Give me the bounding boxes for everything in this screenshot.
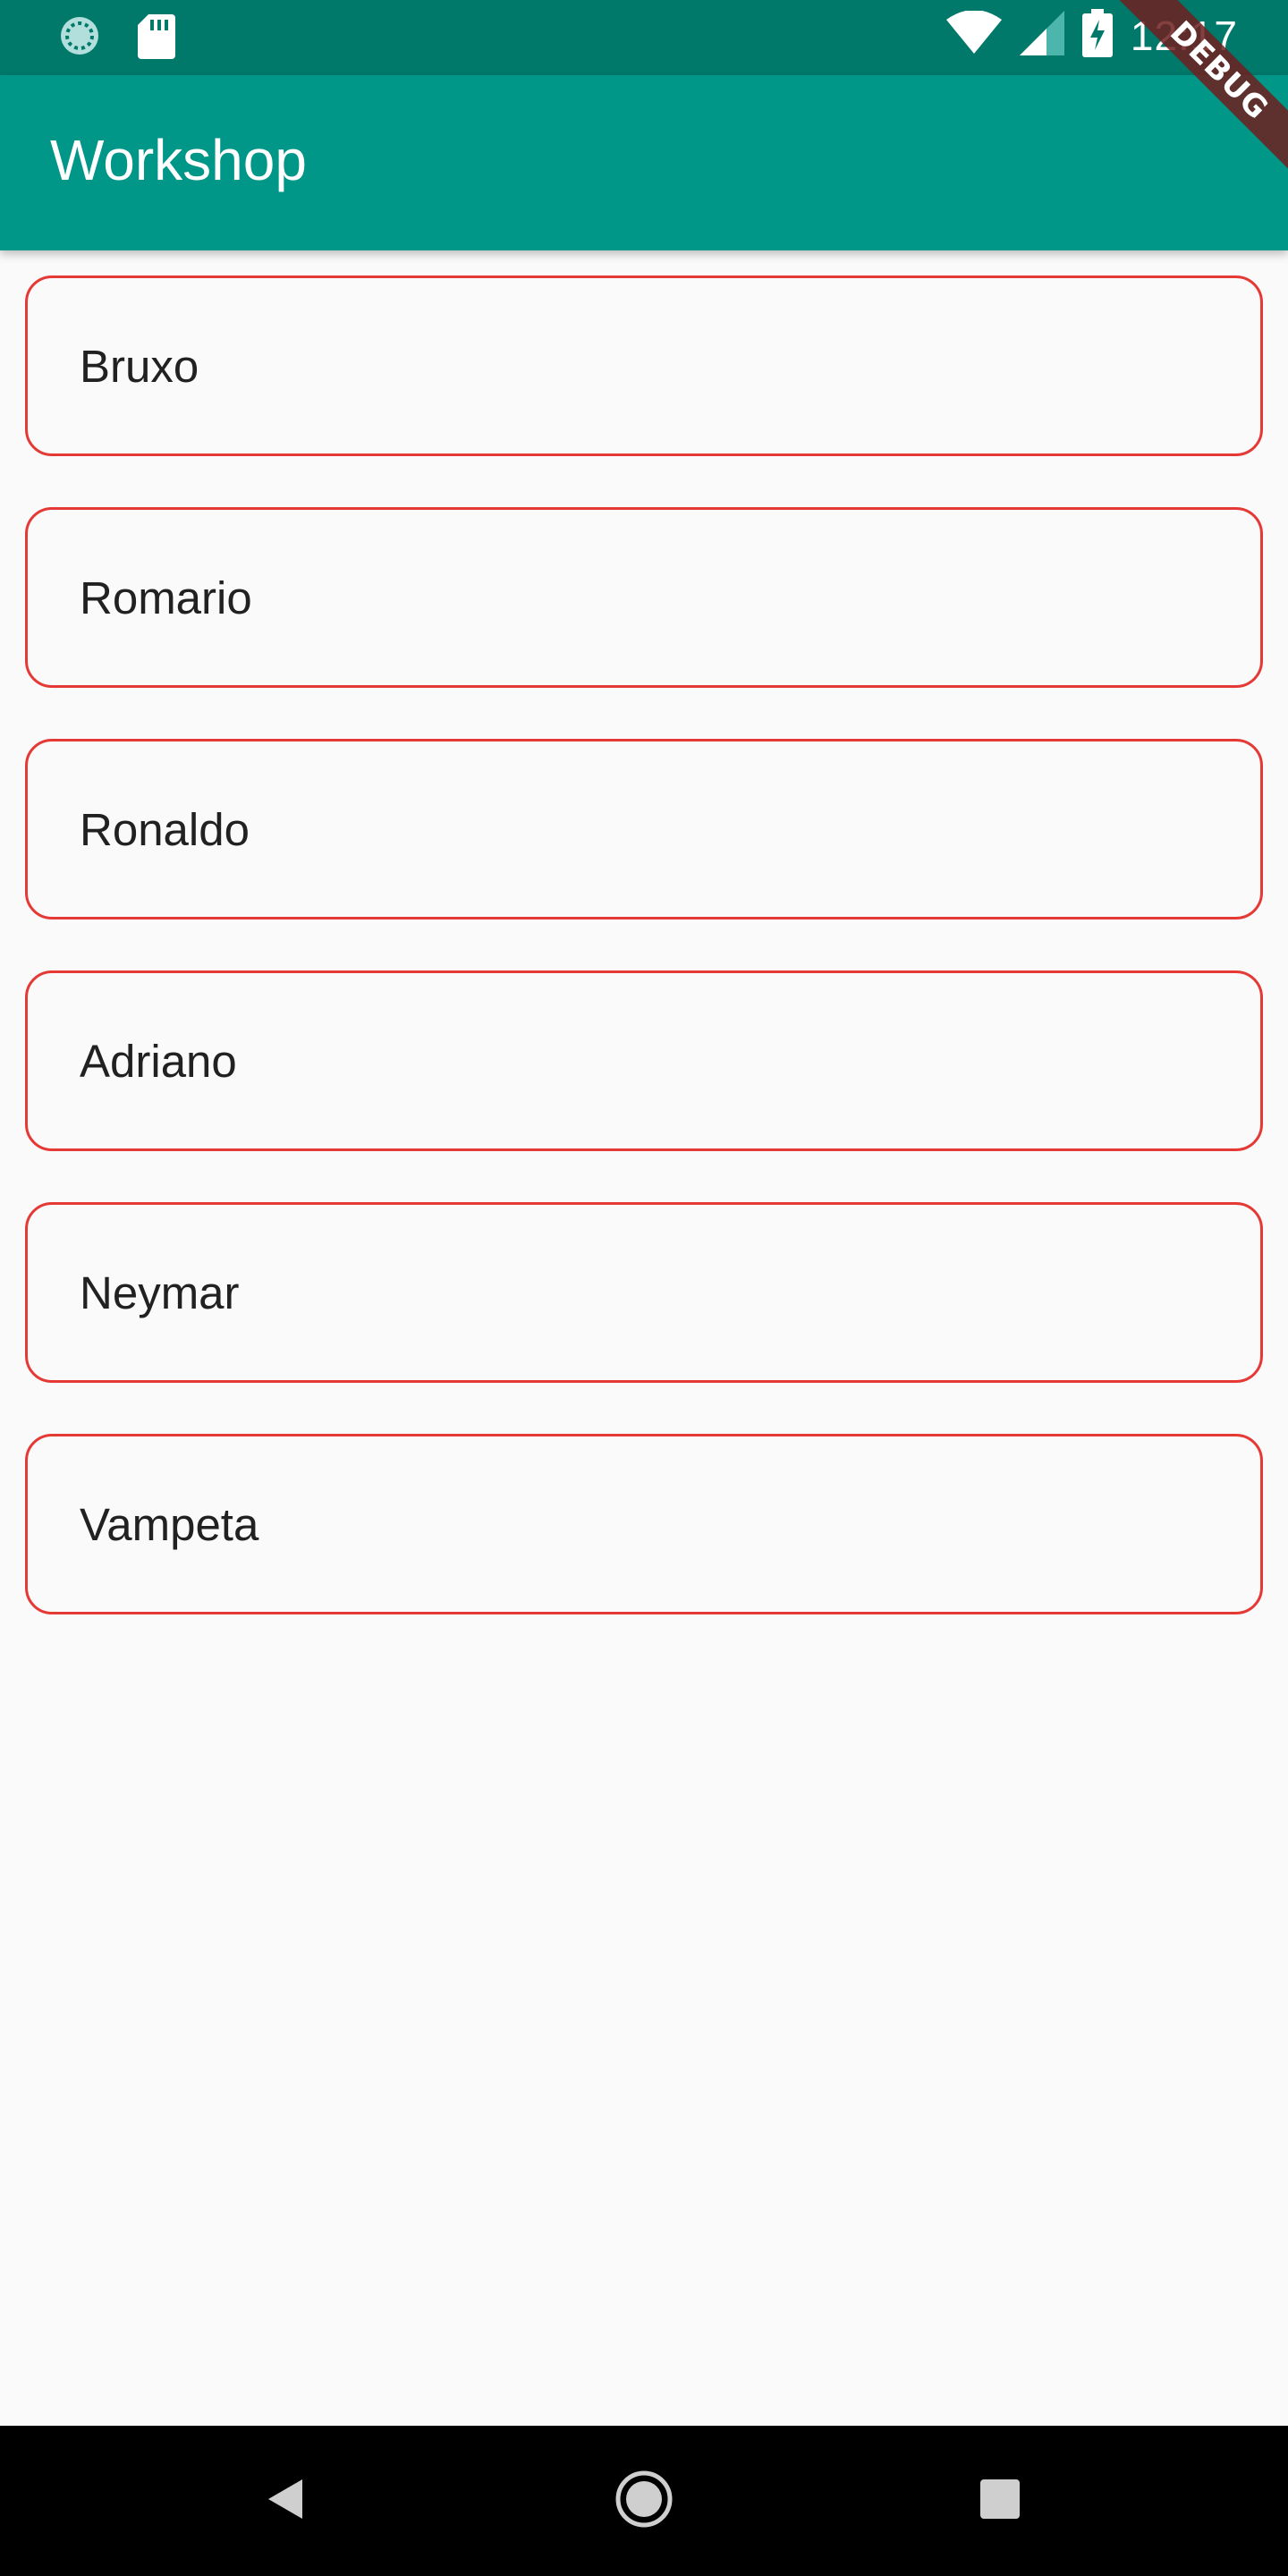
navigation-bar [0,2426,1288,2576]
list-item-label: Vampeta [80,1498,259,1550]
sync-icon [57,13,102,63]
home-icon [614,2470,674,2533]
signal-icon [1019,11,1064,60]
app-bar: Workshop [0,75,1288,250]
recents-button[interactable] [911,2426,1089,2576]
back-icon [267,2478,306,2525]
list-item-label: Neymar [80,1267,240,1318]
list-item-label: Romario [80,572,252,623]
list-item[interactable]: Bruxo [25,275,1263,456]
list-item-label: Adriano [80,1035,237,1087]
list-item[interactable]: Adriano [25,970,1263,1151]
status-time: 12:17 [1130,12,1238,59]
status-right-icons: 12:17 [945,9,1238,62]
status-left-icons [57,13,175,64]
list-item[interactable]: Ronaldo [25,739,1263,919]
back-button[interactable] [197,2426,376,2576]
list-item[interactable]: Romario [25,507,1263,688]
recents-icon [980,2479,1020,2523]
list-item-label: Ronaldo [80,803,250,855]
status-bar: 12:17 [0,0,1288,75]
sd-card-icon [138,13,175,64]
list-item[interactable]: Neymar [25,1202,1263,1383]
wifi-icon [945,10,1002,60]
battery-charging-icon [1081,9,1113,62]
player-list: Bruxo Romario Ronaldo Adriano Neymar Vam… [25,275,1263,1665]
list-item-label: Bruxo [80,340,199,392]
home-button[interactable] [555,2426,733,2576]
page-title: Workshop [50,128,307,192]
list-item[interactable]: Vampeta [25,1434,1263,1614]
